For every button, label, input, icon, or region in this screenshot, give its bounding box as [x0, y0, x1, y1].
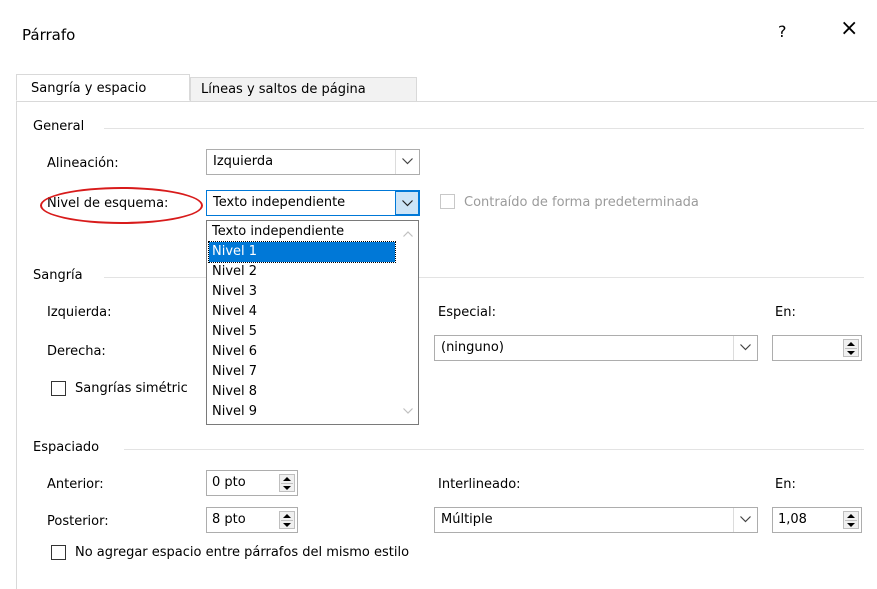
space-before-spinner[interactable]: 0 pto — [206, 470, 298, 496]
spin-down-icon[interactable] — [847, 523, 855, 527]
no-space-same-style-label: No agregar espacio entre párrafos del mi… — [75, 545, 410, 560]
spinner-buttons[interactable] — [279, 511, 295, 529]
spinner-buttons[interactable] — [843, 511, 859, 529]
dropdown-option[interactable]: Nivel 6 — [209, 342, 395, 362]
dropdown-option[interactable]: Nivel 5 — [209, 322, 395, 342]
special-value: (ninguno) — [441, 340, 504, 355]
line-spacing-label: Interlineado: — [438, 477, 521, 492]
highlight-ellipse — [40, 187, 203, 224]
space-after-label: Posterior: — [47, 514, 109, 529]
dropdown-option[interactable]: Nivel 9 — [209, 402, 395, 422]
section-spacing: Espaciado — [33, 440, 100, 455]
dropdown-option-selected[interactable]: Nivel 1 — [208, 241, 396, 263]
spin-down-icon[interactable] — [847, 351, 855, 355]
space-before-value: 0 pto — [212, 475, 246, 490]
help-icon[interactable]: ? — [778, 22, 787, 41]
chevron-down-icon[interactable] — [733, 508, 757, 532]
spinner-buttons[interactable] — [843, 339, 859, 357]
indent-left-label: Izquierda: — [47, 305, 112, 320]
separator — [104, 128, 864, 129]
scroll-down-icon — [403, 408, 413, 414]
line-spacing-select[interactable]: Múltiple — [434, 507, 758, 533]
dropdown-scrollbar[interactable] — [398, 221, 418, 424]
separator — [124, 449, 864, 450]
dropdown-option[interactable]: Texto independiente — [209, 222, 395, 242]
alignment-value: Izquierda — [213, 154, 274, 169]
spin-up-icon[interactable] — [283, 514, 291, 518]
dropdown-option[interactable]: Nivel 3 — [209, 282, 395, 302]
tab-label: Líneas y saltos de página — [201, 82, 366, 97]
chevron-down-icon[interactable] — [733, 336, 757, 360]
dropdown-option[interactable]: Nivel 7 — [209, 362, 395, 382]
space-before-label: Anterior: — [47, 477, 104, 492]
line-spacing-value: Múltiple — [441, 512, 493, 527]
spinner-divider — [845, 520, 857, 521]
tab-label: Sangría y espacio — [31, 81, 147, 96]
chevron-down-icon[interactable] — [395, 150, 419, 174]
dropdown-option[interactable]: Nivel 2 — [209, 262, 395, 282]
spin-up-icon[interactable] — [283, 477, 291, 481]
spin-down-icon[interactable] — [283, 523, 291, 527]
section-general: General — [33, 119, 85, 134]
dropdown-option[interactable]: Nivel 4 — [209, 302, 395, 322]
dialog-title: Párrafo — [22, 26, 76, 44]
no-space-same-style-checkbox[interactable] — [51, 545, 66, 560]
outline-level-dropdown-list[interactable]: Texto independiente Nivel 1 Nivel 2 Nive… — [206, 220, 419, 425]
outline-level-select[interactable]: Texto independiente — [206, 190, 420, 216]
close-icon[interactable]: × — [840, 18, 858, 40]
indent-right-label: Derecha: — [47, 344, 106, 359]
dropdown-option[interactable]: Nivel 8 — [209, 382, 395, 402]
outline-level-value: Texto independiente — [213, 195, 346, 210]
line-spacing-at-label: En: — [775, 477, 796, 492]
spin-up-icon[interactable] — [847, 514, 855, 518]
scroll-up-icon — [403, 231, 413, 237]
spinner-divider — [281, 483, 293, 484]
line-spacing-at-value: 1,08 — [778, 512, 807, 527]
alignment-label: Alineación: — [47, 156, 119, 171]
space-after-value: 8 pto — [212, 512, 246, 527]
spin-up-icon[interactable] — [847, 342, 855, 346]
spinner-buttons[interactable] — [279, 474, 295, 492]
spinner-divider — [281, 520, 293, 521]
space-after-spinner[interactable]: 8 pto — [206, 507, 298, 533]
indent-by-label: En: — [775, 305, 796, 320]
mirror-indents-label: Sangrías simétric — [75, 381, 188, 396]
mirror-indents-checkbox[interactable] — [51, 381, 66, 396]
chevron-down-icon[interactable] — [395, 191, 419, 215]
special-label: Especial: — [438, 305, 496, 320]
collapsed-default-checkbox[interactable] — [440, 194, 455, 209]
tab-indent-spacing[interactable]: Sangría y espacio — [16, 74, 190, 101]
special-select[interactable]: (ninguno) — [434, 335, 758, 361]
spin-down-icon[interactable] — [283, 486, 291, 490]
collapsed-default-label: Contraído de forma predeterminada — [464, 195, 699, 210]
spinner-divider — [845, 348, 857, 349]
section-indent: Sangría — [33, 268, 83, 283]
indent-by-spinner[interactable] — [772, 335, 862, 361]
line-spacing-at-spinner[interactable]: 1,08 — [772, 507, 862, 533]
alignment-select[interactable]: Izquierda — [206, 149, 420, 175]
tab-lines-page-breaks[interactable]: Líneas y saltos de página — [190, 77, 417, 101]
